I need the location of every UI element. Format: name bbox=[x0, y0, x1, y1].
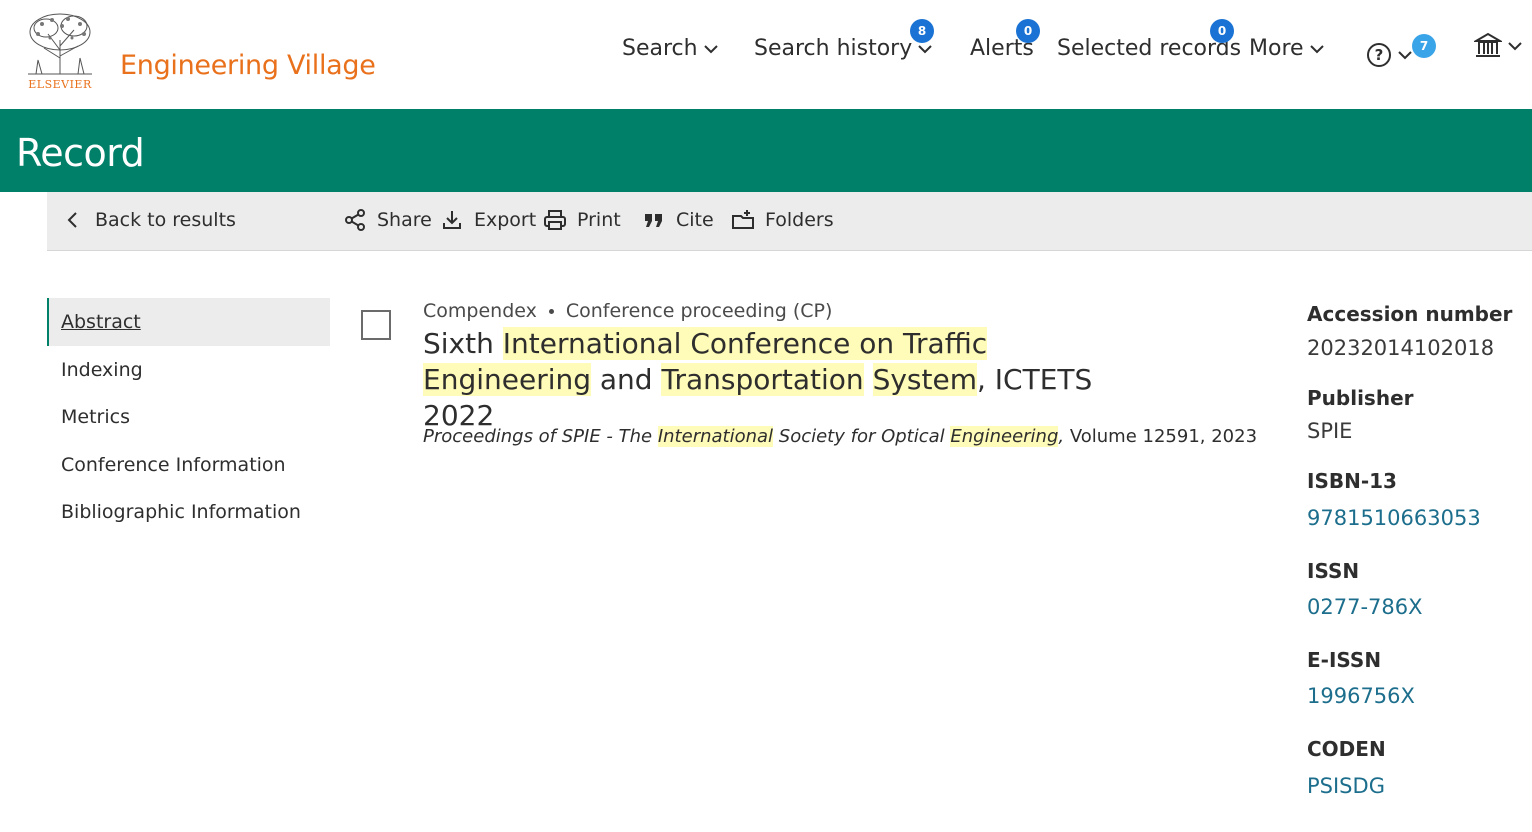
cite-label: Cite bbox=[676, 209, 714, 231]
eissn-link[interactable]: 1996756X bbox=[1307, 684, 1415, 708]
export-label: Export bbox=[474, 209, 537, 231]
source-title-highlight: International bbox=[657, 426, 774, 447]
chevron-left-icon bbox=[67, 212, 77, 228]
back-to-results-label: Back to results bbox=[95, 209, 236, 231]
page-title: Record bbox=[16, 131, 145, 175]
source-title-text: Society for Optical bbox=[773, 426, 951, 447]
separator-dot bbox=[548, 308, 554, 314]
title-text bbox=[864, 363, 873, 396]
folders-button[interactable]: Folders bbox=[731, 208, 834, 232]
record-title: Sixth International Conference on Traffi… bbox=[423, 326, 1163, 434]
print-label: Print bbox=[577, 209, 621, 231]
elsevier-tree-logo-icon[interactable] bbox=[22, 10, 98, 76]
export-button[interactable]: Export bbox=[440, 208, 536, 232]
chevron-down-icon bbox=[1398, 51, 1412, 60]
nav-help[interactable]: ? bbox=[1366, 42, 1414, 68]
accession-number-value: 20232014102018 bbox=[1307, 336, 1495, 360]
share-button[interactable]: Share bbox=[343, 208, 432, 232]
issn-link[interactable]: 0277-786X bbox=[1307, 595, 1423, 619]
coden-label: CODEN bbox=[1307, 737, 1386, 761]
help-notification-badge: 7 bbox=[1412, 34, 1436, 58]
title-highlight: System bbox=[872, 363, 977, 396]
app-title[interactable]: Engineering Village bbox=[120, 50, 376, 81]
nav-search-label: Search bbox=[622, 36, 698, 61]
sidenav-metrics[interactable]: Metrics bbox=[47, 393, 330, 441]
chevron-down-icon bbox=[1508, 42, 1522, 51]
publisher-label: Publisher bbox=[1307, 386, 1414, 410]
sidenav-indexing[interactable]: Indexing bbox=[47, 346, 330, 394]
nav-search[interactable]: Search bbox=[622, 36, 720, 61]
share-icon bbox=[345, 209, 365, 231]
printer-icon bbox=[544, 210, 566, 230]
nav-more[interactable]: More bbox=[1249, 36, 1326, 61]
select-record-checkbox[interactable] bbox=[361, 310, 391, 340]
elsevier-wordmark: ELSEVIER bbox=[28, 78, 92, 91]
issn-label: ISSN bbox=[1307, 559, 1360, 583]
nav-institution[interactable] bbox=[1474, 32, 1524, 60]
nav-more-label: More bbox=[1249, 36, 1304, 61]
database-label: Compendex bbox=[423, 300, 537, 322]
title-text: Sixth bbox=[423, 327, 503, 360]
accession-number-label: Accession number bbox=[1307, 302, 1513, 326]
selected-records-count-badge: 0 bbox=[1210, 19, 1234, 43]
institution-icon bbox=[1474, 32, 1502, 57]
quote-icon bbox=[645, 214, 662, 227]
folders-label: Folders bbox=[765, 209, 834, 231]
svg-text:?: ? bbox=[1375, 46, 1384, 64]
alerts-count-badge: 0 bbox=[1016, 19, 1040, 43]
title-highlight: Transportation bbox=[661, 363, 864, 396]
cite-button[interactable]: Cite bbox=[642, 208, 714, 232]
isbn-label: ISBN-13 bbox=[1307, 469, 1397, 493]
download-icon bbox=[443, 211, 461, 229]
folder-add-icon bbox=[732, 210, 754, 229]
eissn-label: E-ISSN bbox=[1307, 648, 1382, 672]
print-button[interactable]: Print bbox=[543, 208, 621, 232]
isbn-link[interactable]: 9781510663053 bbox=[1307, 506, 1481, 530]
sidenav-bibliographic-information[interactable]: Bibliographic Information bbox=[47, 488, 330, 536]
source-volume-year: Volume 12591, 2023 bbox=[1064, 426, 1258, 447]
help-question-icon: ? bbox=[1367, 43, 1391, 67]
sidenav-conference-information[interactable]: Conference Information bbox=[47, 441, 330, 489]
chevron-down-icon bbox=[1309, 44, 1324, 53]
sidenav-abstract[interactable]: Abstract bbox=[47, 298, 330, 346]
record-banner: Record bbox=[0, 109, 1532, 192]
chevron-down-icon bbox=[703, 44, 718, 53]
record-toolbar: Back to results Share Export Print Cite bbox=[47, 192, 1532, 251]
share-label: Share bbox=[377, 209, 432, 231]
publisher-value: SPIE bbox=[1307, 419, 1353, 443]
nav-search-history[interactable]: Search history bbox=[754, 36, 934, 61]
source-title-text: Proceedings of SPIE - The bbox=[423, 426, 658, 447]
record-source: Proceedings of SPIE - The International … bbox=[423, 426, 1257, 447]
document-type-label: Conference proceeding (CP) bbox=[565, 300, 833, 322]
search-history-count-badge: 8 bbox=[910, 19, 934, 43]
coden-link[interactable]: PSISDG bbox=[1307, 774, 1385, 798]
title-text: and bbox=[591, 363, 662, 396]
top-header: ELSEVIER Engineering Village Search Sear… bbox=[0, 0, 1532, 109]
record-meta: Compendex Conference proceeding (CP) bbox=[423, 300, 832, 322]
nav-search-history-label: Search history bbox=[754, 36, 913, 61]
source-title-highlight: Engineering bbox=[950, 426, 1059, 447]
back-to-results-button[interactable]: Back to results bbox=[61, 208, 236, 232]
